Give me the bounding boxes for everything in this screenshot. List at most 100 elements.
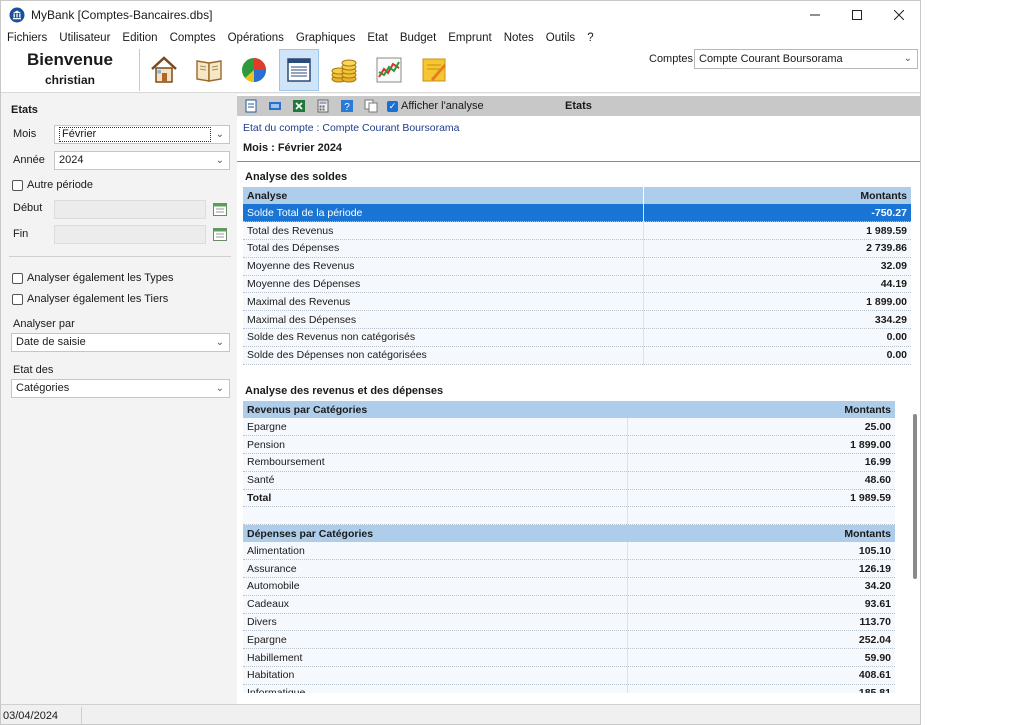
filter-panel: Etats Mois Février ⌄ Année 2024 ⌄ Autre …	[1, 94, 237, 704]
cell-label: Epargne	[243, 418, 628, 437]
annee-label: Année	[13, 154, 45, 166]
cell-value: 59.90	[627, 648, 895, 668]
home-button[interactable]	[144, 49, 184, 91]
notes-button[interactable]	[414, 49, 454, 91]
table-row[interactable]: Maximal des Revenus 1 899.00	[243, 292, 911, 312]
table-row[interactable]: Maximal des Dépenses 334.29	[243, 310, 911, 330]
welcome-panel: Bienvenue christian	[1, 47, 139, 93]
calculator-button[interactable]	[315, 98, 331, 114]
table-row[interactable]: Cadeaux 93.61	[243, 595, 895, 614]
table-row[interactable]: Moyenne des Revenus 32.09	[243, 257, 911, 276]
menu-emprunt[interactable]: Emprunt	[448, 32, 491, 44]
table-row[interactable]: Informatique185.81	[243, 684, 895, 693]
cell-value: 34.20	[627, 577, 895, 596]
table-row[interactable]: Total des Revenus 1 989.59	[243, 221, 911, 241]
cell-label: Total	[243, 489, 628, 508]
menu-comptes[interactable]: Comptes	[170, 32, 216, 44]
etat-des-value: Catégories	[16, 382, 70, 394]
table-row[interactable]: Alimentation 105.10	[243, 542, 895, 561]
table-row[interactable]: Moyenne des Dépenses 44.19	[243, 275, 911, 294]
table-row[interactable]: Pension 1 899.00	[243, 435, 895, 455]
menu-outils[interactable]: Outils	[546, 32, 575, 44]
table-row[interactable]: Habillement 59.90	[243, 648, 895, 668]
cell-label: Total des Revenus	[243, 221, 644, 241]
column-header[interactable]: Montants	[627, 401, 895, 418]
analyser-types-checkbox[interactable]: Analyser également les Types	[12, 272, 174, 284]
calendar-icon[interactable]	[213, 202, 227, 216]
line-chart-button[interactable]	[369, 49, 409, 91]
cell-label: Moyenne des Revenus	[243, 257, 644, 276]
menu-edition[interactable]: Edition	[122, 32, 157, 44]
table-row[interactable]: Habitation 408.61	[243, 666, 895, 685]
status-bar: 03/04/2024	[1, 704, 920, 724]
vertical-scrollbar[interactable]	[913, 414, 917, 579]
table-row[interactable]: Automobile 34.20	[243, 577, 895, 596]
calendar-icon[interactable]	[213, 227, 227, 241]
ribbon-divider	[139, 49, 140, 91]
menu-etat[interactable]: Etat	[367, 32, 387, 44]
minimize-button[interactable]	[794, 1, 836, 29]
afficher-analyse-checkbox[interactable]: ✓ Afficher l'analyse	[387, 100, 484, 112]
debut-date-field[interactable]	[54, 200, 206, 219]
account-select[interactable]: Compte Courant Boursorama ⌄	[694, 49, 918, 69]
home-icon	[151, 56, 177, 83]
book-button[interactable]	[189, 49, 229, 91]
total-row[interactable]: Total 1 989.59	[243, 489, 895, 508]
cell-label: Santé	[243, 471, 628, 490]
table-row[interactable]: Epargne 25.00	[243, 418, 895, 437]
table-row[interactable]: Solde Total de la période -750.27	[243, 204, 911, 223]
table-row[interactable]: Assurance 126.19	[243, 559, 895, 579]
coins-button[interactable]	[324, 49, 364, 91]
table-row[interactable]: Solde des Revenus non catégorisés 0.00	[243, 328, 911, 347]
table-row[interactable]: Epargne 252.04	[243, 630, 895, 650]
menu-help[interactable]: ?	[587, 32, 593, 44]
fin-date-field[interactable]	[54, 225, 206, 244]
soldes-table: Analyse Montants Solde Total de la pério…	[243, 187, 911, 365]
annee-select[interactable]: 2024 ⌄	[54, 151, 230, 170]
revdep-scroll-area[interactable]: Revenus par Catégories Montants Epargne 2…	[243, 401, 911, 693]
welcome-title: Bienvenue	[27, 50, 113, 69]
maximize-button[interactable]	[836, 1, 878, 29]
info-button[interactable]: ?	[339, 98, 355, 114]
close-icon	[894, 10, 904, 20]
debut-label: Début	[13, 202, 43, 214]
export-html-button[interactable]	[267, 98, 283, 114]
empty-cell	[627, 506, 895, 526]
cell-value: 48.60	[627, 471, 895, 490]
column-header[interactable]: Dépenses par Catégories	[243, 525, 627, 542]
menu-graphiques[interactable]: Graphiques	[296, 32, 355, 44]
export-excel-button[interactable]	[291, 98, 307, 114]
report-toolbar: ? ✓ Afficher l'analyse Etats	[237, 96, 920, 116]
table-row[interactable]: Remboursement 16.99	[243, 453, 895, 472]
column-header[interactable]: Montants	[627, 525, 895, 542]
table-row[interactable]: Divers 113.70	[243, 613, 895, 632]
analyser-tiers-checkbox[interactable]: Analyser également les Tiers	[12, 293, 168, 305]
mois-select[interactable]: Février ⌄	[54, 125, 230, 144]
menu-utilisateur[interactable]: Utilisateur	[59, 32, 110, 44]
new-report-button[interactable]	[243, 98, 259, 114]
etat-des-select[interactable]: Catégories ⌄	[11, 379, 230, 398]
autre-periode-checkbox[interactable]: Autre période	[12, 179, 93, 191]
menu-notes[interactable]: Notes	[504, 32, 534, 44]
status-date: 03/04/2024	[3, 710, 59, 722]
cell-value: 16.99	[627, 453, 895, 472]
cell-value: 334.29	[643, 310, 911, 330]
pie-chart-button[interactable]	[234, 49, 274, 91]
table-row[interactable]: Total des Dépenses 2 739.86	[243, 239, 911, 258]
analyser-par-select[interactable]: Date de saisie ⌄	[11, 333, 230, 352]
copy-button[interactable]	[363, 98, 379, 114]
report-button[interactable]	[279, 49, 319, 91]
table-row[interactable]: Solde des Dépenses non catégorisées 0.00	[243, 346, 911, 365]
close-button[interactable]	[878, 1, 920, 29]
cell-value: 32.09	[643, 257, 911, 276]
cell-value: 408.61	[627, 666, 895, 685]
menu-operations[interactable]: Opérations	[228, 32, 284, 44]
column-header[interactable]: Montants	[643, 187, 911, 204]
cell-value: 185.81	[627, 684, 895, 693]
menu-budget[interactable]: Budget	[400, 32, 436, 44]
table-row[interactable]: Santé 48.60	[243, 471, 895, 490]
menu-fichiers[interactable]: Fichiers	[7, 32, 47, 44]
line-chart-icon	[376, 57, 402, 83]
column-header[interactable]: Analyse	[243, 187, 644, 204]
column-header[interactable]: Revenus par Catégories	[243, 401, 627, 418]
